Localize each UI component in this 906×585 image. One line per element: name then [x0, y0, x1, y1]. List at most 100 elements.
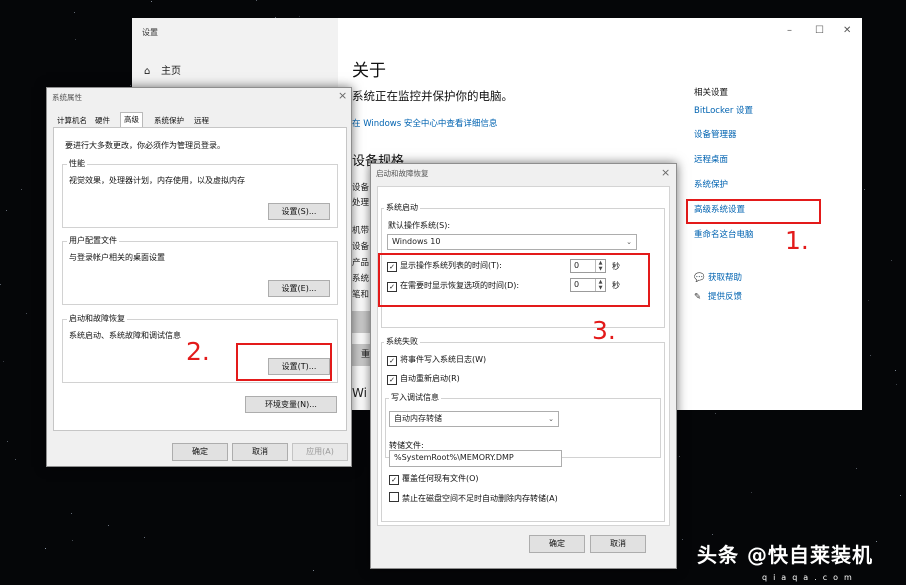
tab-remote[interactable]: 远程	[191, 114, 212, 127]
minimize-button[interactable]: –	[787, 25, 792, 36]
feedback-label: 提供反馈	[708, 292, 743, 302]
advanced-tab-panel: 要进行大多数更改，你必须作为管理员登录。 性能 视觉效果，处理器计划，内存使用，…	[53, 127, 347, 431]
maximize-button[interactable]: ☐	[815, 25, 824, 36]
system-startup-label: 系统启动	[384, 202, 420, 213]
performance-label: 性能	[67, 158, 87, 169]
page-title: 关于	[352, 61, 386, 81]
write-event-label: 将事件写入系统日志(W)	[400, 355, 487, 364]
spec-label: 处理	[352, 198, 370, 208]
ok-button[interactable]: 确定	[529, 535, 585, 553]
star	[876, 541, 877, 542]
star	[895, 370, 896, 371]
dialog-title: 系统属性	[52, 93, 82, 102]
checkbox-checked-icon: ✓	[389, 475, 399, 485]
disable-auto-delete-label: 禁止在磁盘空间不足时自动删除内存转储(A)	[402, 494, 558, 503]
auto-restart-label: 自动重新启动(R)	[400, 374, 460, 383]
nav-item-home[interactable]: ⌂ 主页	[144, 62, 181, 77]
star	[682, 539, 683, 540]
cancel-button[interactable]: 取消	[232, 443, 288, 461]
admin-note: 要进行大多数更改，你必须作为管理员登录。	[65, 141, 225, 150]
chevron-down-icon: ⌄	[626, 238, 632, 246]
feedback-link[interactable]: ✎ 提供反馈	[694, 290, 742, 302]
environment-variables-button[interactable]: 环境变量(N)...	[245, 396, 337, 413]
default-os-value: Windows 10	[392, 237, 441, 246]
annotation-1: 1.	[785, 226, 809, 255]
star	[891, 260, 892, 261]
star	[15, 459, 16, 460]
debug-type-select[interactable]: 自动内存转储 ⌄	[389, 411, 559, 427]
star	[870, 355, 871, 356]
home-icon: ⌂	[144, 66, 151, 77]
write-event-checkbox[interactable]: ✓ 将事件写入系统日志(W)	[387, 354, 486, 366]
settings-title: 设置	[142, 28, 158, 37]
star	[679, 456, 680, 457]
star	[299, 16, 300, 17]
system-protection-link[interactable]: 系统保护	[694, 178, 728, 190]
close-icon[interactable]: ×	[338, 89, 347, 102]
security-center-link[interactable]: 在 Windows 安全中心中查看详细信息	[352, 117, 497, 129]
star	[715, 413, 716, 414]
star	[712, 534, 713, 535]
star	[6, 210, 7, 211]
bitlocker-settings-link[interactable]: BitLocker 设置	[694, 104, 753, 116]
feedback-icon: ✎	[694, 292, 702, 302]
watermark-text: 头条 @快自莱装机	[697, 543, 873, 567]
spec-label: 产品	[352, 258, 370, 268]
overwrite-label: 覆盖任何现有文件(O)	[402, 474, 479, 483]
dump-file-input[interactable]: %SystemRoot%\MEMORY.DMP	[389, 450, 562, 467]
star	[856, 468, 857, 469]
related-settings-heading: 相关设置	[694, 88, 729, 98]
overwrite-checkbox[interactable]: ✓ 覆盖任何现有文件(O)	[389, 473, 479, 485]
default-os-label: 默认操作系统(S):	[388, 221, 451, 230]
star	[71, 513, 72, 514]
annotation-2: 2.	[186, 337, 210, 366]
star	[75, 39, 76, 40]
checkbox-checked-icon: ✓	[387, 375, 397, 385]
highlight-box-2	[236, 343, 332, 381]
get-help-label: 获取帮助	[708, 273, 743, 283]
user-profiles-settings-button[interactable]: 设置(E)...	[268, 280, 330, 297]
ok-button[interactable]: 确定	[172, 443, 228, 461]
checkbox-checked-icon: ✓	[387, 356, 397, 366]
chevron-down-icon: ⌄	[548, 415, 554, 423]
star	[130, 85, 131, 86]
default-os-select[interactable]: Windows 10 ⌄	[387, 234, 637, 250]
device-manager-link[interactable]: 设备管理器	[694, 128, 737, 140]
tab-system-protection[interactable]: 系统保护	[151, 114, 187, 127]
close-icon[interactable]: ×	[661, 166, 670, 179]
tab-advanced[interactable]: 高级	[120, 112, 143, 128]
star	[7, 441, 8, 442]
annotation-3: 3.	[592, 316, 616, 345]
star	[868, 300, 869, 301]
protection-status: 系统正在监控并保护你的电脑。	[352, 89, 513, 103]
auto-restart-checkbox[interactable]: ✓ 自动重新启动(R)	[387, 373, 460, 385]
remote-desktop-link[interactable]: 远程桌面	[694, 153, 728, 165]
dump-file-value: %SystemRoot%\MEMORY.DMP	[394, 453, 514, 462]
startup-recovery-label: 启动和故障恢复	[67, 313, 127, 324]
apply-button[interactable]: 应用(A)	[292, 443, 348, 461]
close-button[interactable]: ✕	[843, 25, 851, 36]
startup-recovery-dialog: 启动和故障恢复 × 系统启动 默认操作系统(S): Windows 10 ⌄ ✓…	[370, 163, 677, 569]
tab-computer-name[interactable]: 计算机名	[54, 114, 90, 127]
star	[900, 495, 901, 496]
highlight-box-3	[378, 253, 650, 307]
star	[108, 525, 109, 526]
performance-desc: 视觉效果，处理器计划，内存使用，以及虚拟内存	[69, 176, 245, 185]
system-failure-label: 系统失败	[384, 336, 420, 347]
disable-auto-delete-checkbox[interactable]: 禁止在磁盘空间不足时自动删除内存转储(A)	[389, 492, 558, 504]
tab-hardware[interactable]: 硬件	[92, 114, 113, 127]
star	[21, 189, 22, 190]
spec-label: 笔和	[352, 290, 370, 300]
nav-home-label: 主页	[161, 66, 181, 77]
star	[45, 548, 46, 549]
get-help-link[interactable]: 💬 获取帮助	[694, 271, 742, 283]
checkbox-unchecked-icon	[389, 492, 399, 502]
spec-label: 设备	[352, 183, 370, 193]
dialog-title: 启动和故障恢复	[376, 169, 429, 178]
star	[313, 570, 314, 571]
performance-settings-button[interactable]: 设置(S)...	[268, 203, 330, 220]
chat-icon: 💬	[694, 273, 705, 283]
cancel-button[interactable]: 取消	[590, 535, 646, 553]
rename-pc-link[interactable]: 重命名这台电脑	[694, 228, 754, 240]
highlight-box-1	[686, 199, 821, 224]
